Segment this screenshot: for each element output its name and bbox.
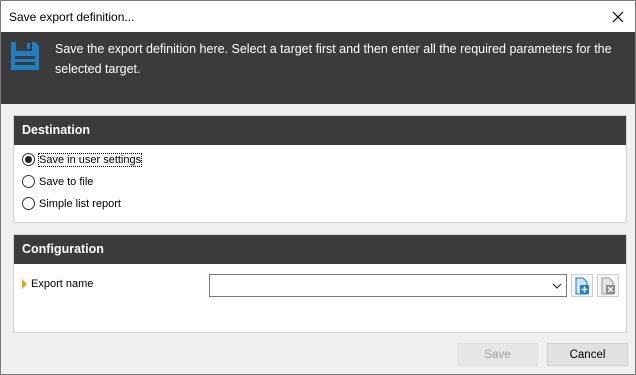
export-name-row: Export name [22, 278, 93, 290]
close-icon [612, 11, 624, 22]
radio-save-to-file[interactable]: Save to file [22, 175, 93, 188]
configuration-header: Configuration [14, 235, 626, 264]
configuration-panel: Configuration Export name [13, 234, 627, 333]
floppy-disk-icon [11, 42, 39, 70]
export-name-label: Export name [31, 278, 94, 290]
cancel-button[interactable]: Cancel [547, 343, 628, 366]
export-name-combobox[interactable] [209, 274, 567, 297]
save-button[interactable]: Save [457, 343, 538, 366]
window-title: Save export definition... [9, 10, 135, 24]
save-export-dialog: Save export definition... Save the expor… [0, 0, 636, 375]
radio-simple-list-report[interactable]: Simple list report [22, 197, 121, 210]
radio-button-selected[interactable] [22, 153, 35, 166]
delete-export-button[interactable] [597, 274, 619, 297]
radio-button[interactable] [22, 175, 35, 188]
radio-label: Save in user settings [37, 152, 143, 167]
new-document-icon [575, 277, 589, 294]
required-marker-icon [22, 279, 27, 289]
close-button[interactable] [601, 1, 635, 32]
chevron-down-icon [552, 283, 562, 289]
radio-button[interactable] [22, 197, 35, 210]
delete-document-icon [601, 277, 615, 294]
radio-label: Save to file [39, 175, 94, 188]
destination-panel: Destination Save in user settings Save t… [13, 115, 627, 223]
title-bar: Save export definition... [1, 1, 635, 32]
destination-header: Destination [14, 116, 626, 145]
new-export-button[interactable] [571, 274, 593, 297]
radio-label: Simple list report [39, 197, 121, 210]
radio-save-in-user-settings[interactable]: Save in user settings [22, 152, 143, 167]
info-banner: Save the export definition here. Select … [1, 32, 635, 104]
banner-description: Save the export definition here. Select … [55, 42, 612, 76]
